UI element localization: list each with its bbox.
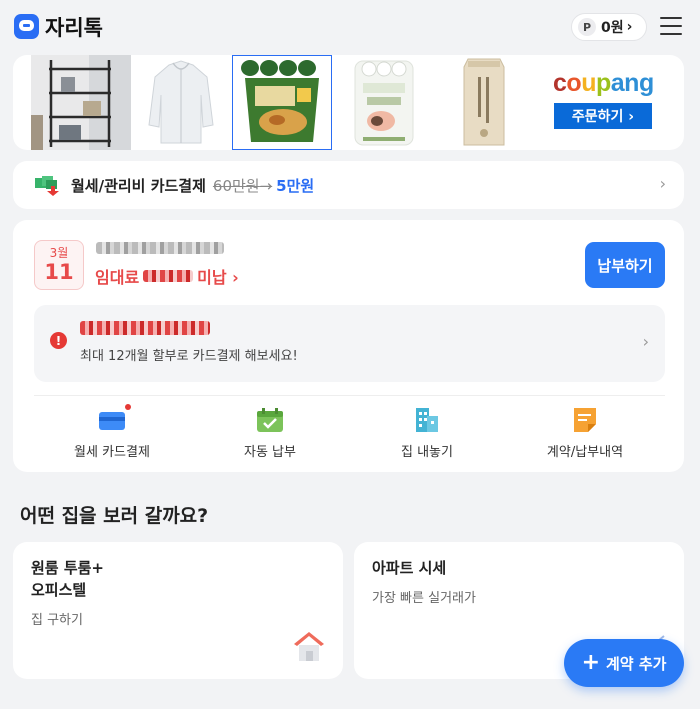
app-title: 자리톡 — [45, 16, 103, 40]
card-payment-promo[interactable]: 월세/관리비 카드결제 60만원→ 5만원 › — [13, 161, 684, 209]
jacket-product[interactable] — [131, 55, 231, 150]
quick-contract-history[interactable]: 계약/납부내역 — [525, 408, 645, 460]
shelf-product[interactable] — [31, 55, 131, 150]
ramen-product[interactable] — [232, 55, 332, 150]
coupang-logo-letter: o — [566, 69, 582, 97]
section-title: 어떤 집을 보러 갈까요? — [20, 505, 209, 527]
point-value: 0원 — [601, 20, 624, 36]
rent-status-card: 3월 11 임대료 미납 › 납부하기 ! 최대 12개월 할부로 카드결제 해… — [13, 220, 684, 472]
chevron-right-icon: › — [659, 174, 666, 193]
card-subtitle: 집 구하기 — [31, 613, 83, 628]
building-icon — [414, 408, 440, 432]
due-date-box: 3월 11 — [34, 240, 84, 290]
divider — [34, 395, 665, 396]
quick-auto-payment[interactable]: 자동 납부 — [210, 408, 330, 460]
calendar-check-icon — [257, 408, 283, 432]
quick-list-house[interactable]: 집 내놓기 — [367, 408, 487, 460]
card-title: 원룸 투룸+ 오피스텔 — [31, 559, 104, 599]
promo-old-price: 60만원→ — [212, 176, 273, 195]
coupang-logo-letter: p — [595, 69, 611, 97]
redacted-address — [96, 242, 224, 254]
chevron-right-icon: › — [642, 332, 649, 351]
coupang-logo: coupang — [553, 69, 654, 98]
promo-new-price: 5만원 — [276, 176, 315, 195]
top-header: 자리톡 P 0원 › — [0, 0, 700, 54]
add-contract-label: 계약 추가 — [606, 654, 667, 673]
chat-bubble-icon — [14, 14, 39, 39]
money-down-icon — [35, 174, 61, 196]
redacted-amount — [143, 270, 194, 282]
toilet-paper-product[interactable] — [333, 55, 433, 150]
rent-unpaid-status[interactable]: 임대료 미납 › — [95, 264, 239, 288]
card-title: 아파트 시세 — [372, 559, 447, 577]
installment-notice-text: 최대 12개월 할부로 카드결제 해보세요! — [80, 349, 298, 364]
alert-icon: ! — [50, 332, 67, 349]
quick-label: 월세 카드결제 — [74, 445, 150, 460]
coupang-logo-letter: a — [610, 69, 625, 97]
quick-label: 계약/납부내역 — [546, 445, 624, 460]
point-badge: P — [578, 18, 596, 36]
document-icon — [572, 408, 598, 432]
credit-card-icon — [99, 404, 131, 432]
new-badge-dot — [125, 404, 131, 410]
house-icon — [292, 630, 326, 662]
order-button[interactable]: 주문하기 › — [554, 103, 652, 129]
chevron-right-icon: › — [626, 19, 633, 35]
coupang-logo-letter: n — [624, 69, 639, 97]
redacted-notice-title — [80, 321, 210, 335]
due-month: 3월 — [49, 246, 69, 260]
card-subtitle: 가장 빠른 실거래가 — [372, 591, 476, 606]
due-day: 11 — [44, 260, 74, 284]
point-balance-button[interactable]: P 0원 › — [571, 13, 647, 41]
hamburger-menu-icon[interactable] — [660, 17, 682, 37]
add-contract-button[interactable]: + 계약 추가 — [564, 639, 684, 687]
coupang-logo-letter: g — [638, 69, 654, 97]
rice-bag-product[interactable] — [434, 55, 534, 150]
plus-icon: + — [581, 650, 600, 675]
quick-label: 자동 납부 — [244, 445, 296, 460]
coupang-ad-banner[interactable]: coupang 주문하기 › — [13, 55, 684, 150]
find-room-card[interactable]: 원룸 투룸+ 오피스텔 집 구하기 — [13, 542, 343, 679]
quick-card-payment[interactable]: 월세 카드결제 — [52, 404, 172, 460]
promo-text: 월세/관리비 카드결제 — [71, 176, 206, 195]
coupang-logo-letter: c — [553, 69, 567, 97]
installment-notice[interactable]: ! 최대 12개월 할부로 카드결제 해보세요! › — [34, 305, 665, 382]
pay-button[interactable]: 납부하기 — [585, 242, 665, 288]
coupang-logo-letter: u — [581, 69, 596, 97]
quick-label: 집 내놓기 — [401, 445, 453, 460]
